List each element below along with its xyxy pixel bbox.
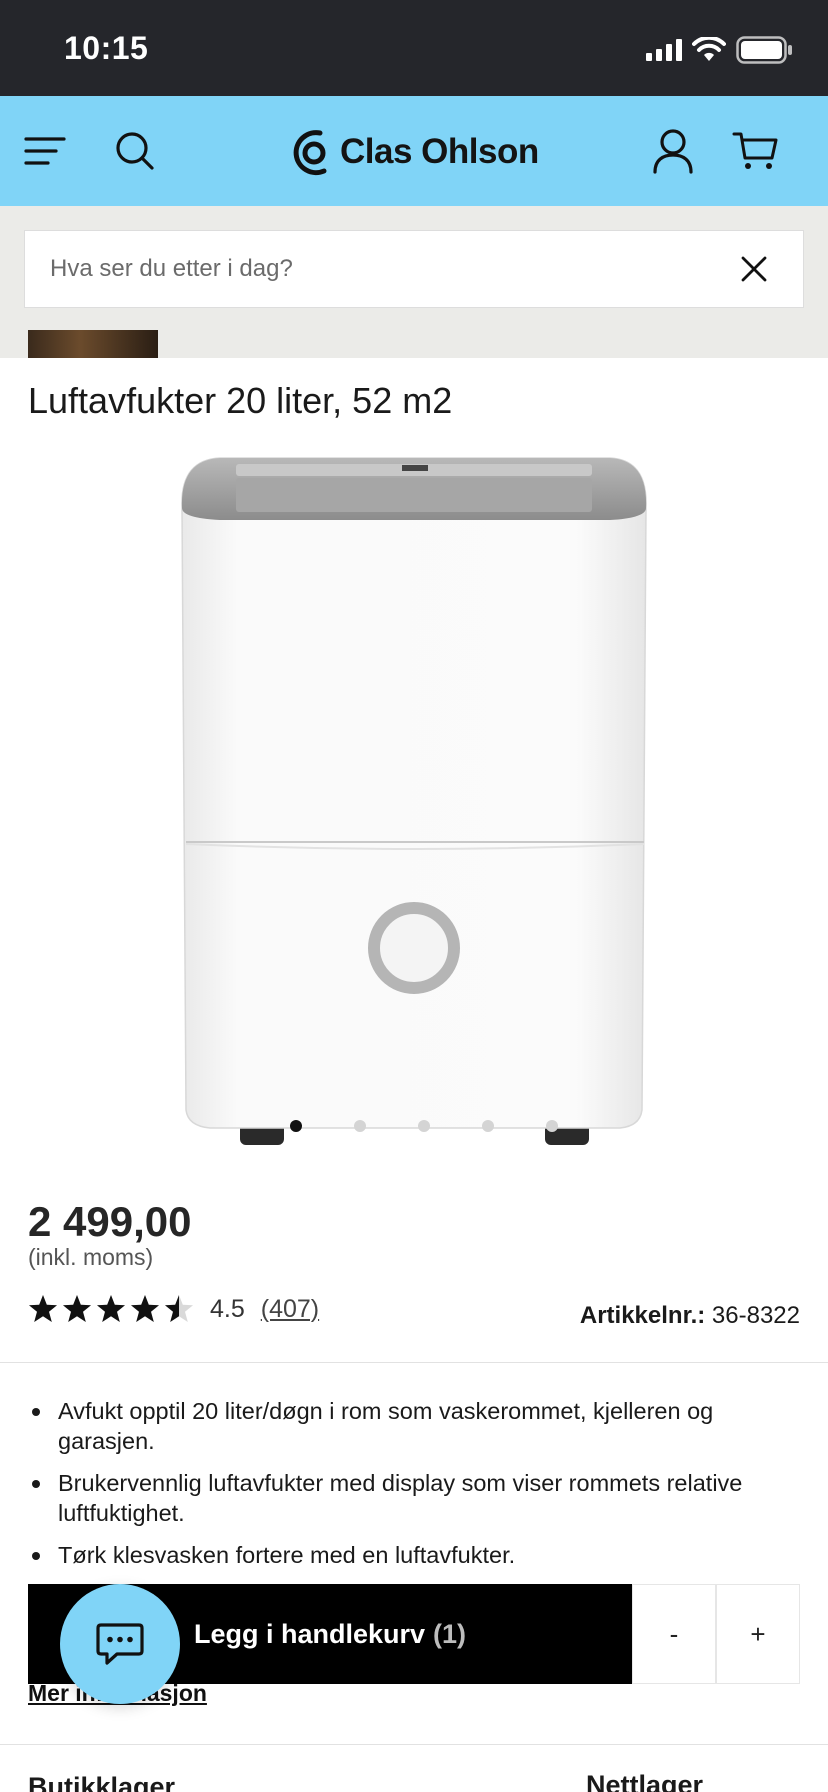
- article-number: Artikkelnr.: 36-8322: [580, 1302, 800, 1330]
- hamburger-menu-icon: [24, 137, 66, 165]
- user-icon: [653, 129, 693, 174]
- logo-text: Clas Ohlson: [340, 132, 539, 171]
- product-title: Luftavfukter 20 liter, 52 m2: [28, 380, 453, 421]
- battery-icon: [736, 36, 792, 64]
- pagination-dot[interactable]: [354, 1120, 366, 1132]
- account-button[interactable]: [648, 126, 698, 176]
- star-icon: [97, 1295, 125, 1322]
- article-number-label: Artikkelnr.:: [579, 1302, 706, 1329]
- rating-value: 4.5: [210, 1294, 245, 1323]
- decrease-quantity-button[interactable]: -: [632, 1584, 716, 1684]
- product-price: 2 499,00: [28, 1198, 192, 1245]
- review-count-link[interactable]: (407): [261, 1295, 319, 1324]
- site-header: Clas Ohlson: [0, 96, 828, 206]
- brand-logo[interactable]: Clas Ohlson: [292, 124, 539, 180]
- highlight-item: Tørk klesvasken fortere med en luftavfuk…: [28, 1540, 808, 1570]
- menu-button[interactable]: [20, 126, 70, 176]
- product-image[interactable]: [170, 450, 660, 1150]
- pagination-dot[interactable]: [546, 1120, 558, 1132]
- status-bar: 10:15: [0, 0, 828, 96]
- rating-stars: [28, 1294, 194, 1324]
- chat-button[interactable]: [60, 1584, 180, 1704]
- image-pagination: [290, 1120, 558, 1132]
- vat-note: (inkl. moms): [28, 1244, 154, 1270]
- pagination-dot[interactable]: [482, 1120, 494, 1132]
- search-button[interactable]: [110, 126, 160, 176]
- clas-ohlson-logo-icon: [293, 130, 327, 176]
- status-icons: [646, 36, 794, 64]
- search-icon: [116, 132, 154, 170]
- pagination-dot[interactable]: [418, 1120, 430, 1132]
- close-search-button[interactable]: [719, 234, 789, 304]
- search-box: [24, 230, 804, 308]
- shopping-cart-icon: [732, 132, 778, 169]
- search-input[interactable]: [25, 231, 719, 307]
- wifi-icon: [692, 37, 726, 61]
- pagination-dot[interactable]: [290, 1120, 302, 1132]
- close-icon: [741, 256, 767, 282]
- article-number-value: 36-8322: [711, 1302, 800, 1329]
- banner-thumbnail: [28, 330, 158, 358]
- divider: [0, 1362, 828, 1363]
- star-icon: [63, 1295, 91, 1322]
- highlight-item: Brukervennlig luftavfukter med display s…: [28, 1468, 808, 1528]
- status-time: 10:15: [64, 30, 149, 66]
- signal-icon: [646, 39, 682, 61]
- add-to-cart-label: Legg i handlekurv: [193, 1618, 426, 1649]
- divider: [0, 1744, 828, 1745]
- product-highlights: Avfukt opptil 20 liter/døgn i rom som va…: [28, 1396, 808, 1582]
- cart-quantity: (1): [433, 1618, 467, 1649]
- chat-icon: [96, 1623, 144, 1665]
- cart-button[interactable]: [730, 126, 780, 176]
- highlight-item: Avfukt opptil 20 liter/døgn i rom som va…: [28, 1396, 808, 1456]
- star-icon: [131, 1295, 159, 1322]
- rating: 4.5 (407): [28, 1294, 319, 1324]
- online-stock-heading: Nettlager: [586, 1770, 704, 1792]
- star-icon: [165, 1295, 193, 1322]
- star-icon: [29, 1295, 57, 1322]
- store-stock-heading: Butikklager: [28, 1772, 176, 1792]
- increase-quantity-button[interactable]: +: [716, 1584, 800, 1684]
